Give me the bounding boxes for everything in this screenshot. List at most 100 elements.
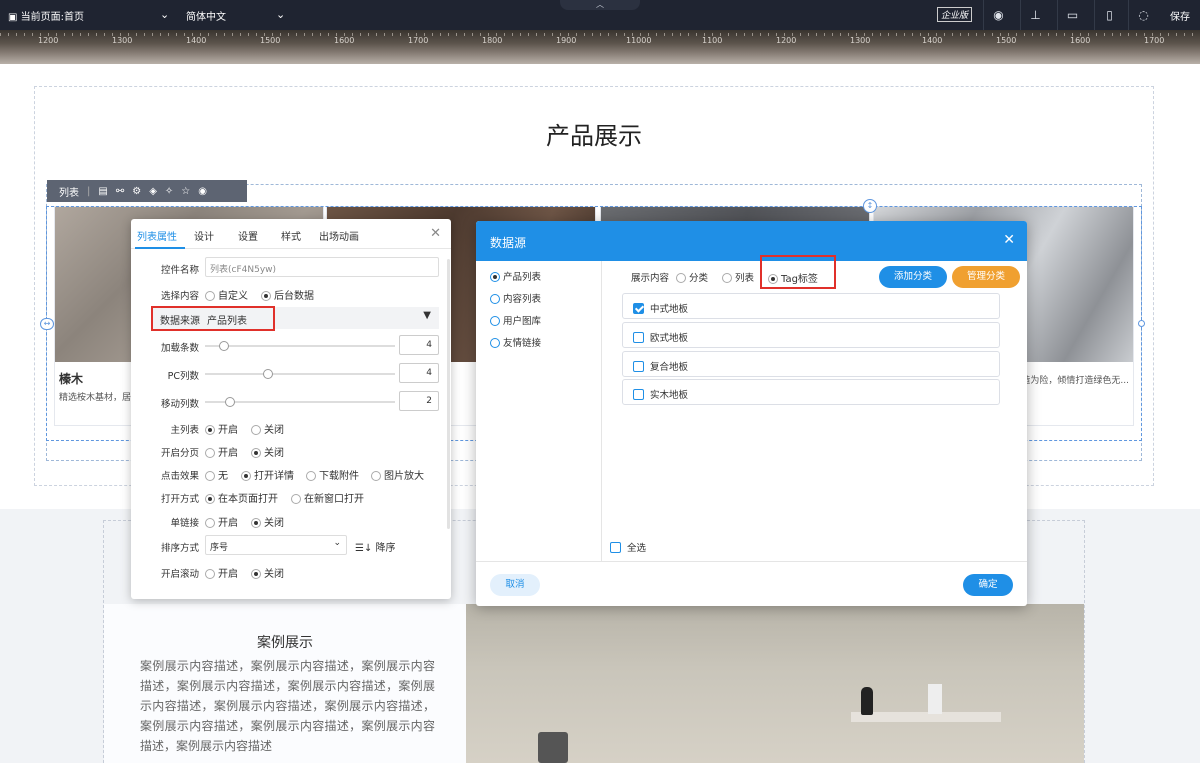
load-count-label: 加载条数	[160, 343, 199, 354]
radio-same-page[interactable]: 在本页面打开	[205, 490, 278, 505]
checkbox[interactable]	[633, 361, 644, 372]
cancel-button[interactable]: 取消	[490, 574, 540, 596]
radio-off[interactable]: 关闭	[251, 514, 284, 529]
radio-on[interactable]: 开启	[205, 565, 238, 580]
radio-off[interactable]: 关闭	[251, 421, 284, 436]
current-page-selector[interactable]: ▣ 当前页面:首页	[8, 8, 84, 23]
select-all-label: 全选	[627, 543, 647, 554]
chevron-down-icon[interactable]: ⌄	[276, 8, 285, 21]
style-icon[interactable]: ◈	[149, 186, 157, 197]
category-item[interactable]: 欧式地板	[622, 322, 1000, 348]
checkbox[interactable]	[633, 332, 644, 343]
display-content-label: 展示内容	[631, 273, 670, 284]
radio-backend-data[interactable]: 后台数据	[261, 287, 314, 302]
pc-cols-input[interactable]: 4	[399, 363, 439, 383]
data-icon[interactable]: ▤	[98, 186, 107, 197]
desktop-icon[interactable]: ▭	[1057, 0, 1087, 30]
dropdown-triangle-icon: ▼	[423, 310, 431, 321]
radio-label: 开启	[218, 425, 238, 436]
preview-icon[interactable]: ◉	[983, 0, 1013, 30]
radio-list[interactable]: 列表	[722, 270, 754, 284]
animation-icon[interactable]: ✧	[165, 186, 173, 197]
support-icon[interactable]: ◌	[1128, 0, 1158, 30]
tab-design[interactable]: 设计	[194, 228, 214, 243]
radio-label: 在本页面打开	[218, 494, 278, 505]
load-count-slider[interactable]	[205, 341, 395, 351]
mobile-cols-input[interactable]: 2	[399, 391, 439, 411]
star-icon[interactable]: ☆	[181, 186, 190, 197]
align-icon[interactable]: ⊥	[1020, 0, 1050, 30]
tab-settings[interactable]: 设置	[238, 228, 258, 243]
settings-icon[interactable]: ⚙	[132, 186, 141, 197]
language-label[interactable]: 简体中文	[186, 8, 226, 23]
mobile-cols-slider[interactable]	[205, 397, 395, 407]
checkbox[interactable]	[633, 389, 644, 400]
chevron-down-icon[interactable]: ⌄	[160, 8, 169, 21]
open-mode-row: 打开方式 在本页面打开 在新窗口打开	[131, 486, 451, 508]
slider-knob[interactable]	[219, 341, 229, 351]
source-label: 用户图库	[503, 316, 542, 327]
slider-knob[interactable]	[262, 369, 273, 379]
chevron-down-icon: ⌄	[333, 538, 341, 548]
ruler-tick: 1500	[260, 36, 281, 45]
section-title: 产品展示	[546, 122, 642, 150]
slider-knob[interactable]	[224, 397, 235, 407]
vase	[861, 687, 873, 715]
radio-label: 开启	[218, 569, 238, 580]
mobile-icon[interactable]: ▯	[1094, 0, 1124, 30]
pc-cols-slider[interactable]	[205, 369, 395, 379]
panel-scrollbar[interactable]	[447, 259, 450, 529]
resize-handle-icon[interactable]: ↕	[863, 199, 877, 213]
scroll-label: 开启滚动	[160, 569, 199, 580]
resize-handle-icon[interactable]	[1138, 320, 1145, 327]
radio-custom[interactable]: 自定义	[205, 287, 248, 302]
resize-handle-icon[interactable]: ↔	[40, 318, 54, 330]
source-product-list[interactable]: 产品列表	[490, 269, 541, 283]
source-user-gallery[interactable]: 用户图库	[490, 313, 541, 327]
sort-select[interactable]: 序号 ⌄	[205, 535, 347, 555]
books	[928, 684, 942, 714]
radio-open-detail[interactable]: 打开详情	[241, 467, 294, 482]
tab-list-properties[interactable]: 列表属性	[137, 228, 177, 243]
radio-off[interactable]: 关闭	[251, 565, 284, 580]
radio-new-window[interactable]: 在新窗口打开	[291, 490, 364, 505]
collapse-handle[interactable]: ︿	[560, 0, 640, 10]
radio-off[interactable]: 关闭	[251, 444, 284, 459]
close-icon[interactable]: ✕	[430, 226, 441, 241]
category-item[interactable]: 复合地板	[622, 351, 1000, 377]
category-item[interactable]: 实木地板	[622, 379, 1000, 405]
select-all[interactable]: 全选	[610, 540, 646, 554]
manage-category-button[interactable]: 管理分类	[952, 266, 1020, 288]
checkbox[interactable]	[633, 303, 644, 314]
link-icon[interactable]: ⚯	[116, 186, 124, 197]
add-category-button[interactable]: 添加分类	[879, 266, 947, 288]
load-count-input[interactable]: 4	[399, 335, 439, 355]
radio-on[interactable]: 开启	[205, 514, 238, 529]
pc-cols-row: PC列数 4	[131, 363, 451, 385]
category-label: 复合地板	[650, 362, 689, 373]
source-friend-links[interactable]: 友情链接	[490, 335, 541, 349]
checkbox[interactable]	[610, 542, 621, 553]
radio-download[interactable]: 下载附件	[306, 467, 359, 482]
category-item[interactable]: 中式地板	[622, 293, 1000, 319]
source-content-list[interactable]: 内容列表	[490, 291, 541, 305]
radio-label: 关闭	[264, 569, 284, 580]
radio-label: 关闭	[264, 448, 284, 459]
ruler-tick: 1400	[186, 36, 207, 45]
paging-label: 开启分页	[160, 448, 199, 459]
radio-zoom[interactable]: 图片放大	[371, 467, 424, 482]
radio-on[interactable]: 开启	[205, 421, 238, 436]
tab-animation[interactable]: 出场动画	[319, 228, 359, 243]
confirm-button[interactable]: 确定	[963, 574, 1013, 596]
edition-badge: 企业版	[937, 7, 973, 22]
source-label: 产品列表	[503, 272, 542, 283]
radio-on[interactable]: 开启	[205, 444, 238, 459]
sort-direction[interactable]: ☰↓ 降序	[355, 539, 396, 554]
close-icon[interactable]: ✕	[1003, 232, 1015, 248]
tab-style[interactable]: 样式	[281, 228, 301, 243]
radio-category[interactable]: 分类	[676, 270, 708, 284]
save-button[interactable]: 保存	[1170, 8, 1190, 23]
eye-icon[interactable]: ◉	[198, 186, 207, 197]
radio-none[interactable]: 无	[205, 467, 228, 482]
control-name-input[interactable]: 列表(cF4N5yw)	[205, 257, 439, 277]
